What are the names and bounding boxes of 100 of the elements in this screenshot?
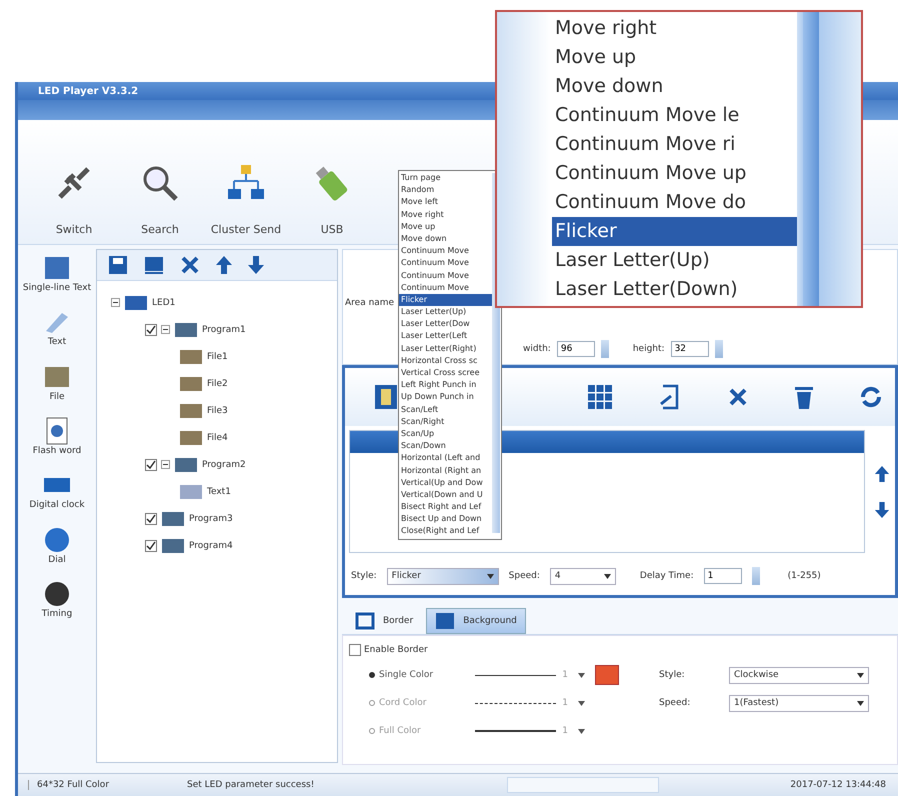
arrow-down-icon[interactable] — [247, 254, 265, 276]
toolbar-button[interactable]: Search — [124, 163, 196, 236]
dropdown-option[interactable]: Continuum Move — [399, 257, 493, 270]
grid-icon[interactable] — [587, 384, 613, 410]
tree-item[interactable]: Program3 — [189, 514, 233, 524]
delay-time-field[interactable]: 1 — [704, 568, 742, 584]
dropdown-option: Laser Letter(Down) — [552, 275, 797, 304]
dropdown-option[interactable]: Up Down Punch in — [399, 391, 493, 404]
height-label: height: — [632, 344, 665, 354]
border-style-dropdown[interactable]: Clockwise — [729, 666, 869, 684]
palette-item[interactable]: Digital clock — [20, 470, 94, 511]
dropdown-option[interactable]: Laser Letter(Right) — [399, 342, 493, 355]
palette-item[interactable]: File — [20, 362, 94, 402]
dropdown-option: Continuum Move ri — [552, 130, 797, 159]
border-style-label: Style: — [659, 670, 686, 680]
trash-icon[interactable] — [793, 384, 815, 410]
arrow-up-icon[interactable] — [215, 254, 233, 276]
palette-item[interactable]: Flash word — [20, 416, 94, 456]
tree-item[interactable]: Program4 — [189, 540, 233, 550]
dropdown-option[interactable]: Bisect Right and Lef — [399, 501, 493, 514]
dropdown-option[interactable]: Flicker — [399, 294, 493, 306]
color-mode-option[interactable]: Single Color — [369, 670, 465, 680]
dropdown-option[interactable]: Move down — [399, 232, 493, 246]
dropdown-option[interactable]: Move up — [399, 220, 493, 233]
border-speed-label: Speed: — [659, 698, 692, 708]
dropdown-option[interactable]: Horizontal (Right an — [399, 464, 493, 477]
toolbar-button[interactable]: Cluster Send — [210, 163, 282, 236]
dropdown-option[interactable]: Vertical(Up and Dow — [399, 476, 493, 489]
dropdown-option[interactable]: Horizontal Cross sc — [399, 354, 493, 367]
tree-item[interactable]: Program2 — [202, 460, 246, 470]
text-icon — [179, 482, 203, 500]
palette-item[interactable]: Timing — [20, 579, 94, 620]
palette-item[interactable]: Single-line Text — [20, 253, 94, 294]
window-icon[interactable] — [143, 254, 165, 276]
tree-item[interactable]: File2 — [207, 378, 228, 388]
refresh-icon[interactable] — [859, 385, 883, 409]
dropdown-option: Move right — [552, 14, 797, 43]
dropdown-option[interactable]: Scan/Down — [399, 440, 493, 452]
style-dropdown[interactable]: Flicker — [386, 568, 499, 584]
dropdown-option[interactable]: Continuum Move — [399, 282, 493, 294]
dropdown-option[interactable]: Laser Letter(Left — [399, 330, 493, 343]
dropdown-option[interactable]: Move right — [399, 208, 493, 221]
tree-item[interactable]: LED1 — [152, 298, 176, 308]
dropdown-option: Continuum Move do — [552, 188, 797, 217]
tree-item[interactable]: File1 — [207, 352, 228, 362]
checkbox[interactable] — [145, 512, 157, 524]
tab[interactable]: Background — [426, 608, 526, 634]
expander-icon[interactable] — [111, 298, 120, 307]
image-icon — [179, 374, 203, 392]
dropdown-option[interactable]: Turn page — [399, 172, 493, 184]
tree-item[interactable]: File3 — [207, 406, 228, 416]
tree-item[interactable]: File4 — [207, 432, 228, 442]
dropdown-option[interactable]: Continuum Move — [399, 270, 493, 282]
dropdown-option[interactable]: Scan/Left — [399, 404, 493, 416]
image-icon — [435, 612, 456, 630]
status-time: 2017-07-12 13:44:48 — [790, 780, 887, 790]
caret-icon — [578, 672, 585, 678]
caret-icon — [578, 728, 585, 734]
dropdown-option[interactable]: Horizontal (Left and — [399, 452, 493, 464]
dropdown-option[interactable]: Scan/Up — [399, 428, 493, 440]
tab[interactable]: Border — [346, 608, 422, 634]
palette-item[interactable]: Dial — [20, 524, 94, 566]
frame-icon — [355, 612, 375, 630]
dropdown-option[interactable]: Random — [399, 184, 493, 196]
window-title: LED Player V3.3.2 — [38, 86, 138, 96]
save-icon[interactable] — [107, 254, 129, 276]
caret-icon — [857, 672, 864, 678]
delete-icon[interactable] — [727, 386, 749, 408]
status-message: Set LED parameter success! — [187, 780, 316, 790]
dropdown-option: Flicker — [552, 217, 797, 246]
color-swatch[interactable] — [595, 665, 619, 685]
dropdown-option: Move up — [552, 43, 797, 72]
dropdown-option[interactable]: Scan/Right — [399, 416, 493, 428]
expander-icon[interactable] — [161, 460, 170, 469]
dropdown-option[interactable]: Move left — [399, 196, 493, 209]
dropdown-option[interactable]: Laser Letter(Up) — [399, 306, 493, 318]
speed-dropdown[interactable]: 4 — [550, 568, 616, 584]
width-field[interactable]: 96 — [556, 341, 595, 357]
height-field[interactable]: 32 — [670, 341, 709, 357]
dropdown-option[interactable]: Vertical Cross scree — [399, 367, 493, 380]
border-speed-dropdown[interactable]: 1(Fastest) — [729, 694, 869, 712]
dropdown-option[interactable]: Bisect Up and Down — [399, 513, 493, 526]
image-icon — [179, 348, 203, 366]
tree-item[interactable]: Text1 — [207, 486, 231, 496]
dropdown-option[interactable]: Vertical(Down and U — [399, 488, 493, 502]
width-label: width: — [523, 344, 551, 354]
expander-icon[interactable] — [161, 325, 170, 334]
toolbar-button[interactable]: USB — [296, 163, 368, 236]
tree-item[interactable]: Program1 — [202, 324, 246, 334]
dropdown-option[interactable]: Close(Right and Lef — [399, 525, 493, 538]
checkbox[interactable] — [145, 324, 157, 336]
checkbox[interactable] — [145, 458, 157, 470]
dropdown-option[interactable]: Left Right Punch in — [399, 379, 493, 392]
palette-item[interactable]: Text — [20, 307, 94, 348]
delete-icon[interactable] — [179, 254, 201, 276]
checkbox[interactable] — [145, 540, 157, 552]
dropdown-option[interactable]: Laser Letter(Dow — [399, 318, 493, 330]
dropdown-option[interactable]: Continuum Move — [399, 245, 493, 258]
enable-border-checkbox[interactable]: Enable Border — [349, 644, 428, 656]
toolbar-button[interactable]: Switch — [38, 163, 110, 236]
